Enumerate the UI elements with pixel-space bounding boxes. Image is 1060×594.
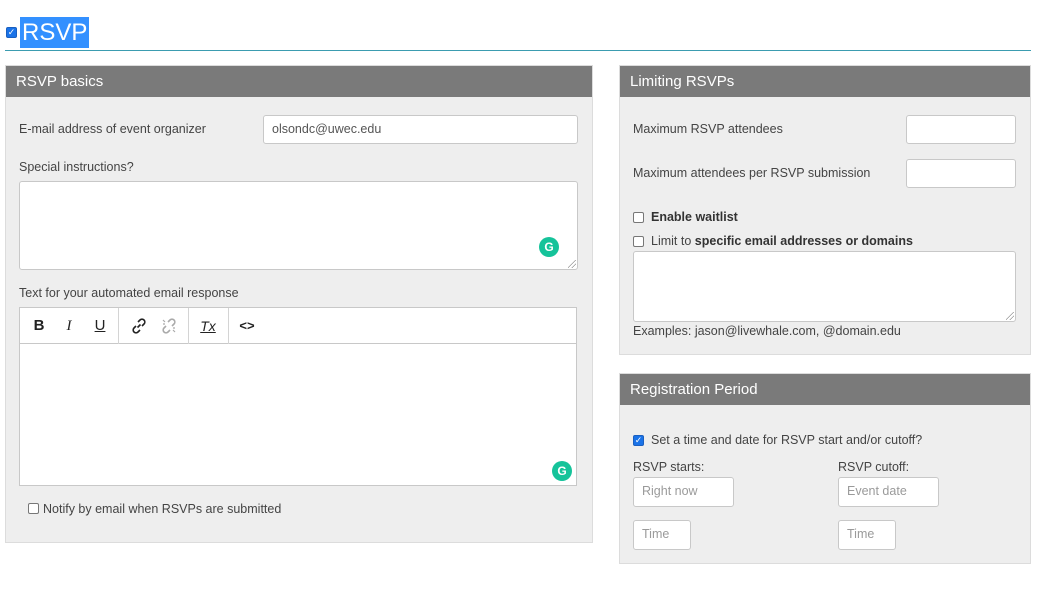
source-code-button[interactable]: <> [237, 317, 257, 335]
rsvp-enabled-checkbox[interactable]: ✓ [6, 27, 17, 38]
toolbar-divider [228, 308, 229, 344]
unlink-icon[interactable] [159, 317, 179, 335]
link-icon[interactable] [129, 317, 149, 335]
registration-period-panel: Registration Period ✓ Set a time and dat… [619, 373, 1031, 564]
max-attendees-label: Maximum RSVP attendees [633, 122, 783, 136]
panel-title: RSVP basics [6, 66, 592, 97]
limit-emails-label: Limit to specific email addresses or dom… [651, 234, 913, 248]
waitlist-checkbox[interactable] [633, 212, 644, 223]
editor-toolbar: B I U Tx <> [20, 308, 576, 344]
set-time-checkbox[interactable]: ✓ [633, 435, 644, 446]
limit-prefix: Limit to [651, 234, 692, 248]
section-title: RSVP [20, 17, 90, 48]
rsvp-start-time-input[interactable]: Time [633, 520, 691, 550]
grammarly-icon[interactable]: G [552, 461, 572, 481]
limit-bold-text: specific email addresses or domains [694, 234, 913, 248]
toolbar-divider [188, 308, 189, 344]
grammarly-icon[interactable]: G [539, 237, 559, 257]
toolbar-divider [118, 308, 119, 344]
special-instructions-label: Special instructions? [19, 160, 134, 174]
max-attendees-input[interactable] [906, 115, 1016, 144]
resize-handle-icon[interactable] [1006, 312, 1014, 320]
underline-button[interactable]: U [90, 317, 110, 335]
notify-label: Notify by email when RSVPs are submitted [43, 502, 282, 516]
rsvp-section-header: ✓ RSVP [5, 16, 1031, 51]
waitlist-label: Enable waitlist [651, 210, 738, 224]
bold-button[interactable]: B [29, 317, 49, 335]
panel-title: Registration Period [620, 374, 1030, 405]
examples-hint: Examples: jason@livewhale.com, @domain.e… [633, 324, 901, 338]
autoresponse-label: Text for your automated email response [19, 286, 239, 300]
rsvp-page: ✓ RSVP RSVP basics E-mail address of eve… [0, 0, 1060, 594]
rsvp-cutoff-date-input[interactable]: Event date [838, 477, 939, 507]
clear-format-button[interactable]: Tx [198, 317, 218, 335]
max-per-submission-input[interactable] [906, 159, 1016, 188]
italic-button[interactable]: I [59, 317, 79, 335]
organizer-email-input[interactable]: olsondc@uwec.edu [263, 115, 578, 144]
special-instructions-textarea[interactable]: G [19, 181, 578, 270]
max-per-submission-label: Maximum attendees per RSVP submission [633, 166, 871, 180]
set-time-label: Set a time and date for RSVP start and/o… [651, 433, 923, 447]
rsvp-starts-label: RSVP starts: [633, 460, 705, 474]
resize-handle-icon[interactable] [568, 260, 576, 268]
autoresponse-editor[interactable]: B I U Tx <> G [19, 307, 577, 486]
rsvp-cutoff-time-input[interactable]: Time [838, 520, 896, 550]
rsvp-cutoff-label: RSVP cutoff: [838, 460, 910, 474]
rsvp-start-date-input[interactable]: Right now [633, 477, 734, 507]
panel-title: Limiting RSVPs [620, 66, 1030, 97]
notify-checkbox[interactable] [28, 503, 39, 514]
rsvp-basics-panel: RSVP basics E-mail address of event orga… [5, 65, 593, 543]
limiting-rsvps-panel: Limiting RSVPs Maximum RSVP attendees Ma… [619, 65, 1031, 355]
limit-emails-checkbox[interactable] [633, 236, 644, 247]
clear-format-label: Tx [200, 318, 216, 334]
allowed-emails-textarea[interactable] [633, 251, 1016, 322]
organizer-email-label: E-mail address of event organizer [19, 122, 206, 136]
